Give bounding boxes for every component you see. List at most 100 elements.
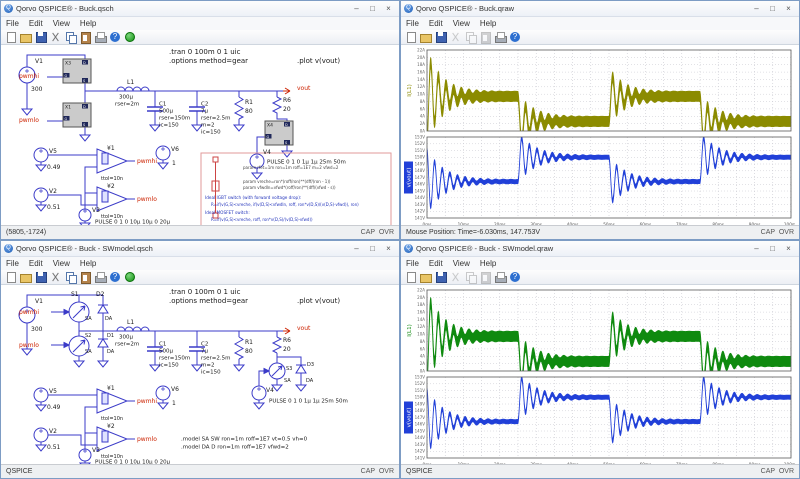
y-tick-label: 8A <box>420 339 426 344</box>
menu-file[interactable]: File <box>1 19 24 28</box>
paste-icon[interactable] <box>79 31 92 43</box>
y-tick-label: 148V <box>415 408 426 413</box>
menu-file[interactable]: File <box>1 259 24 268</box>
titlebar[interactable]: Qorvo QSPICE® - Buck.qsch – □ × <box>1 1 399 17</box>
schematic-label: pwmlo <box>19 342 39 349</box>
new-file-icon[interactable] <box>4 271 17 283</box>
cut-icon[interactable] <box>49 31 62 43</box>
paste-icon[interactable] <box>79 271 92 283</box>
waveform-plot[interactable]: 22A20A18A16A14A12A10A8A6A4A2A0AI(L1)153V… <box>401 45 795 225</box>
schematic-label: PULSE 0 1 0 10µ 10µ 0 20µ <box>95 460 171 465</box>
schematic-area[interactable]: .tran 0 100m 0 1 uic.options method=gear… <box>1 45 399 225</box>
print-icon[interactable] <box>94 271 107 283</box>
run-icon[interactable] <box>124 31 137 43</box>
menu-edit[interactable]: Edit <box>424 259 448 268</box>
schematic-label: 0.51 <box>47 204 61 211</box>
y-tick-label: 146V <box>415 182 426 187</box>
schematic-label: ¥2 <box>107 183 115 190</box>
schematic-label: SA <box>284 378 291 384</box>
schematic-label: V3 <box>92 447 100 454</box>
schematic-label: ic=150 <box>201 370 221 376</box>
y-tick-label: 144V <box>415 195 426 200</box>
schematic-label: ic=150 <box>201 130 221 136</box>
x-tick-label: 80ms <box>712 462 724 464</box>
titlebar[interactable]: Qorvo QSPICE® - Buck.qraw – □ × <box>401 1 799 17</box>
schematic-canvas[interactable]: .tran 0 100m 0 1 uic.options method=gear… <box>1 45 395 225</box>
schematic-area[interactable]: .tran 0 100m 0 1 uic.options method=gear… <box>1 285 399 464</box>
help-icon[interactable] <box>509 31 522 43</box>
open-folder-icon[interactable] <box>419 31 432 43</box>
close-icon[interactable]: × <box>781 243 796 254</box>
schematic-label: ttol=10n <box>101 176 123 182</box>
open-folder-icon[interactable] <box>19 271 32 283</box>
menu-file[interactable]: File <box>401 19 424 28</box>
menu-edit[interactable]: Edit <box>24 19 48 28</box>
menu-help[interactable]: Help <box>75 259 101 268</box>
minimize-button[interactable]: – <box>349 3 364 14</box>
y-tick-label: 0A <box>420 128 426 133</box>
y-axis-label[interactable]: I(L1) <box>407 84 413 96</box>
y-axis-label[interactable]: v(vout) <box>407 408 413 428</box>
waveform-plot[interactable]: 22A20A18A16A14A12A10A8A6A4A2A0AI(L1)153V… <box>401 285 795 464</box>
titlebar[interactable]: Qorvo QSPICE® - Buck - SWmodel.qraw – □ … <box>401 241 799 257</box>
x-tick-label: 20ms <box>494 222 506 225</box>
schematic-canvas[interactable]: .tran 0 100m 0 1 uic.options method=gear… <box>1 285 395 464</box>
menu-view[interactable]: View <box>48 19 75 28</box>
run-icon[interactable] <box>124 271 137 283</box>
open-folder-icon[interactable] <box>19 31 32 43</box>
menu-help[interactable]: Help <box>75 19 101 28</box>
schematic-label: 300 <box>31 326 43 333</box>
new-file-icon[interactable] <box>404 271 417 283</box>
waveform-area[interactable]: 22A20A18A16A14A12A10A8A6A4A2A0AI(L1)153V… <box>401 285 799 464</box>
y-tick-label: 150V <box>415 155 426 160</box>
menu-file[interactable]: File <box>401 259 424 268</box>
print-icon[interactable] <box>494 31 507 43</box>
schematic-label: 0.49 <box>47 404 61 411</box>
print-icon[interactable] <box>494 271 507 283</box>
cut-icon[interactable] <box>49 271 62 283</box>
menu-edit[interactable]: Edit <box>424 19 448 28</box>
x-tick-label: 40ms <box>567 462 579 464</box>
minimize-button[interactable]: – <box>749 3 764 14</box>
maximize-button[interactable]: □ <box>365 3 380 14</box>
qspice-logo-icon <box>404 4 413 13</box>
save-icon[interactable] <box>434 31 447 43</box>
close-icon[interactable]: × <box>381 3 396 14</box>
schematic-label: pwmlo <box>19 117 39 124</box>
new-file-icon[interactable] <box>4 31 17 43</box>
menu-view[interactable]: View <box>448 19 475 28</box>
maximize-button[interactable]: □ <box>765 243 780 254</box>
y-tick-label: 145V <box>415 428 426 433</box>
maximize-button[interactable]: □ <box>365 243 380 254</box>
menu-help[interactable]: Help <box>475 259 501 268</box>
schematic-label: V5 <box>49 388 57 395</box>
print-icon[interactable] <box>94 31 107 43</box>
schematic-label: L1 <box>127 319 134 326</box>
schematic-label: .options method=gear <box>169 57 248 65</box>
maximize-button[interactable]: □ <box>765 3 780 14</box>
copy-icon[interactable] <box>64 31 77 43</box>
help-icon[interactable] <box>109 271 122 283</box>
menu-help[interactable]: Help <box>475 19 501 28</box>
save-icon[interactable] <box>434 271 447 283</box>
help-icon[interactable] <box>509 271 522 283</box>
close-icon[interactable]: × <box>381 243 396 254</box>
save-icon[interactable] <box>34 271 47 283</box>
titlebar[interactable]: Qorvo QSPICE® - Buck - SWmodel.qsch – □ … <box>1 241 399 257</box>
minimize-button[interactable]: – <box>349 243 364 254</box>
copy-icon[interactable] <box>64 271 77 283</box>
menu-edit[interactable]: Edit <box>24 259 48 268</box>
open-folder-icon[interactable] <box>419 271 432 283</box>
menu-view[interactable]: View <box>448 259 475 268</box>
schematic-label: 300µ <box>119 335 133 341</box>
y-axis-label[interactable]: I(L1) <box>407 324 413 336</box>
close-icon[interactable]: × <box>781 3 796 14</box>
save-icon[interactable] <box>34 31 47 43</box>
minimize-button[interactable]: – <box>749 243 764 254</box>
menu-view[interactable]: View <box>48 259 75 268</box>
schematic-label: V1 <box>35 58 43 65</box>
new-file-icon[interactable] <box>404 31 417 43</box>
help-icon[interactable] <box>109 31 122 43</box>
y-axis-label[interactable]: v(vout) <box>407 168 413 188</box>
waveform-area[interactable]: 22A20A18A16A14A12A10A8A6A4A2A0AI(L1)153V… <box>401 45 799 225</box>
